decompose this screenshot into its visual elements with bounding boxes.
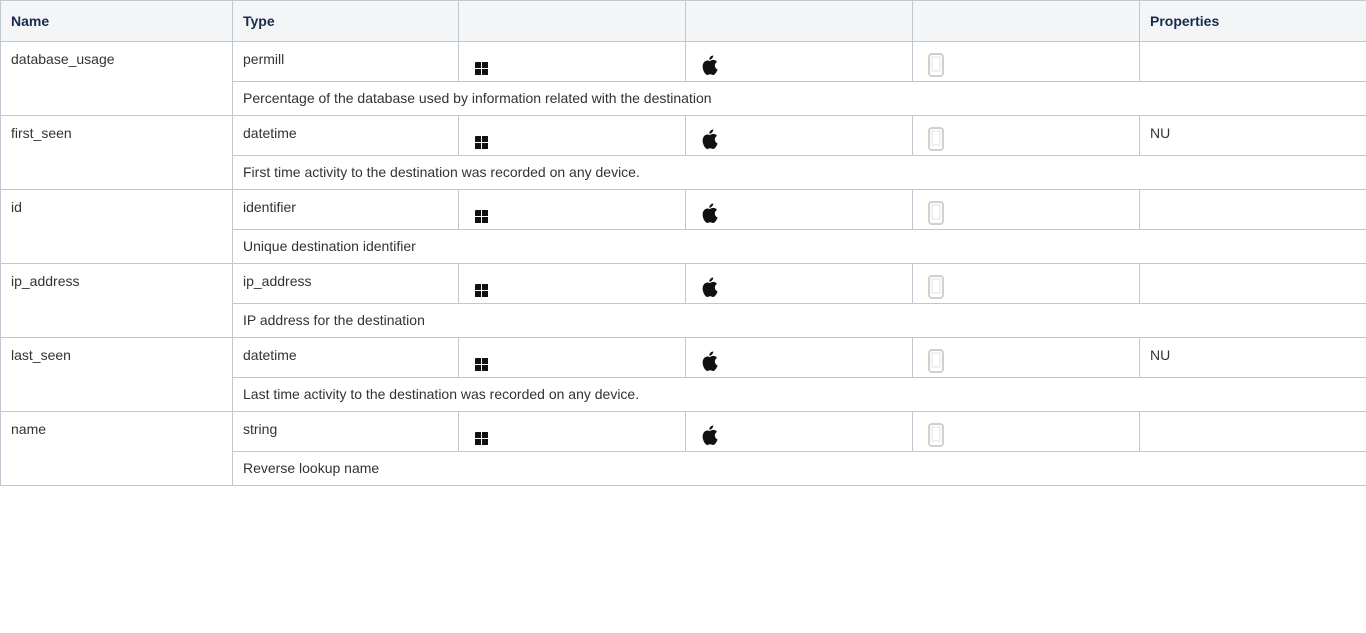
windows-icon (475, 62, 488, 75)
header-name: Name (0, 0, 233, 42)
table-row: name string (0, 411, 1366, 486)
windows-cell (458, 337, 686, 378)
tablet-icon (928, 127, 944, 151)
windows-cell (458, 189, 686, 230)
mobile-cell (912, 41, 1140, 82)
field-name: name (0, 411, 233, 486)
table-row: ip_address ip_address (0, 263, 1366, 338)
apple-icon (702, 203, 718, 223)
field-properties: NU (1139, 115, 1366, 156)
windows-icon (475, 432, 488, 445)
field-name: ip_address (0, 263, 233, 338)
field-description: Reverse lookup name (232, 451, 1366, 486)
field-description: Last time activity to the destination wa… (232, 377, 1366, 412)
field-properties: NU (1139, 337, 1366, 378)
field-properties (1139, 41, 1366, 82)
mobile-cell (912, 189, 1140, 230)
table-row: id identifier (0, 189, 1366, 264)
mobile-cell (912, 115, 1140, 156)
mac-cell (685, 263, 913, 304)
tablet-icon (928, 201, 944, 225)
field-type: ip_address (232, 263, 459, 304)
field-name: first_seen (0, 115, 233, 190)
field-type: string (232, 411, 459, 452)
field-description: Unique destination identifier (232, 229, 1366, 264)
field-name: id (0, 189, 233, 264)
windows-icon (475, 210, 488, 223)
mobile-cell (912, 337, 1140, 378)
tablet-icon (928, 423, 944, 447)
table-row: last_seen datetime NU (0, 337, 1366, 412)
windows-icon (475, 136, 488, 149)
fields-table: Name Type Properties database_usage perm… (0, 0, 1366, 486)
tablet-icon (928, 349, 944, 373)
field-type: identifier (232, 189, 459, 230)
tablet-icon (928, 53, 944, 77)
windows-cell (458, 115, 686, 156)
windows-cell (458, 411, 686, 452)
field-properties (1139, 189, 1366, 230)
windows-cell (458, 263, 686, 304)
apple-icon (702, 55, 718, 75)
mac-cell (685, 411, 913, 452)
windows-icon (475, 284, 488, 297)
mac-cell (685, 337, 913, 378)
field-description: IP address for the destination (232, 303, 1366, 338)
field-description: First time activity to the destination w… (232, 155, 1366, 190)
field-name: database_usage (0, 41, 233, 116)
apple-icon (702, 351, 718, 371)
header-mac (685, 0, 913, 42)
table-row: first_seen datetime NU (0, 115, 1366, 190)
field-name: last_seen (0, 337, 233, 412)
field-type: permill (232, 41, 459, 82)
apple-icon (702, 277, 718, 297)
mobile-cell (912, 263, 1140, 304)
field-type: datetime (232, 337, 459, 378)
header-windows (458, 0, 686, 42)
mac-cell (685, 189, 913, 230)
tablet-icon (928, 275, 944, 299)
apple-icon (702, 425, 718, 445)
windows-cell (458, 41, 686, 82)
field-properties (1139, 263, 1366, 304)
mobile-cell (912, 411, 1140, 452)
header-type: Type (232, 0, 459, 42)
windows-icon (475, 358, 488, 371)
mac-cell (685, 41, 913, 82)
apple-icon (702, 129, 718, 149)
table-header-row: Name Type Properties (0, 0, 1366, 42)
table-row: database_usage permill (0, 41, 1366, 116)
field-properties (1139, 411, 1366, 452)
header-mobile (912, 0, 1140, 42)
mac-cell (685, 115, 913, 156)
header-properties: Properties (1139, 0, 1366, 42)
field-description: Percentage of the database used by infor… (232, 81, 1366, 116)
field-type: datetime (232, 115, 459, 156)
